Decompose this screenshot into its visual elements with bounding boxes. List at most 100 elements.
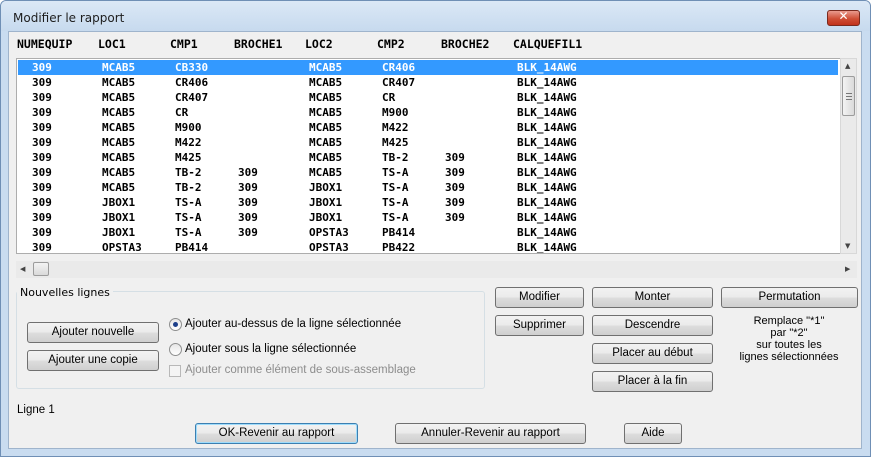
nouvelles-lignes-label: Nouvelles lignes [17, 286, 113, 299]
list-row[interactable]: 309 MCAB5 TB-2 309 JBOX1 TS-A 309 BLK_14AWG [18, 180, 838, 195]
list-row[interactable]: 309 JBOX1 TS-A 309 OPSTA3 PB414 BLK_14AWG [18, 225, 838, 240]
horizontal-scrollbar[interactable]: ◀ ▶ [16, 261, 857, 278]
cell-cmp2: TB-2 [382, 151, 409, 164]
column-header-broche1: BROCHE1 [234, 37, 283, 51]
add-new-button[interactable]: Ajouter nouvelle [27, 322, 159, 343]
list-row[interactable]: 309 MCAB5 TB-2 309 MCAB5 TS-A 309 BLK_14AWG [18, 165, 838, 180]
column-header-cmp1: CMP1 [170, 37, 198, 51]
permutation-note-line: par "*2" [770, 327, 808, 339]
cell-cmp2: M900 [382, 106, 409, 119]
title-bar[interactable]: Modifier le rapport ✕ [1, 1, 870, 31]
cell-cmp1: TS-A [175, 226, 202, 239]
window-title: Modifier le rapport [13, 11, 125, 25]
cell-cmp1: CR407 [175, 91, 209, 104]
column-header-broche2: BROCHE2 [441, 37, 490, 51]
list-row[interactable]: 309 MCAB5 M900 MCAB5 M422 BLK_14AWG [18, 120, 838, 135]
radio-add-below[interactable] [169, 343, 182, 356]
add-copy-button[interactable]: Ajouter une copie [27, 350, 159, 371]
list-row[interactable]: 309 MCAB5 M425 MCAB5 TB-2 309 BLK_14AWG [18, 150, 838, 165]
list-row[interactable]: 309 OPSTA3 PB414 OPSTA3 PB422 BLK_14AWG [18, 240, 838, 254]
vertical-scrollbar[interactable]: ▲ ▼ [840, 58, 857, 254]
cell-loc1: MCAB5 [102, 91, 136, 104]
permutation-button[interactable]: Permutation [721, 287, 858, 308]
placer-au-debut-button[interactable]: Placer au début [592, 343, 713, 364]
supprimer-button[interactable]: Supprimer [495, 315, 584, 336]
cell-cmp1: TS-A [175, 196, 202, 209]
cell-cmp1: PB414 [175, 241, 209, 254]
help-button[interactable]: Aide [624, 423, 682, 444]
cell-loc1: MCAB5 [102, 181, 136, 194]
radio-add-below-label[interactable]: Ajouter sous la ligne sélectionnée [185, 343, 356, 355]
cell-calquefil1: BLK_14AWG [517, 61, 577, 74]
horizontal-scroll-thumb[interactable] [33, 262, 49, 276]
cell-numequip: 309 [32, 241, 52, 254]
cancel-button[interactable]: Annuler-Revenir au rapport [395, 423, 586, 444]
list-row[interactable]: 309 MCAB5 CR406 MCAB5 CR407 BLK_14AWG [18, 75, 838, 90]
cell-loc2: MCAB5 [309, 166, 343, 179]
cell-numequip: 309 [32, 196, 52, 209]
radio-add-above-label[interactable]: Ajouter au-dessus de la ligne sélectionn… [185, 318, 401, 330]
cell-loc1: MCAB5 [102, 136, 136, 149]
scroll-right-icon[interactable]: ▶ [845, 265, 850, 273]
dialog-body: NUMEQUIP LOC1 CMP1 BROCHE1 LOC2 CMP2 BRO… [8, 31, 862, 449]
list-row[interactable]: 309 MCAB5 CB330 MCAB5 CR406 BLK_14AWG [18, 60, 838, 75]
cell-cmp2: PB414 [382, 226, 416, 239]
cell-calquefil1: BLK_14AWG [517, 196, 577, 209]
scroll-up-icon[interactable]: ▲ [845, 62, 850, 70]
list-row[interactable]: 309 JBOX1 TS-A 309 JBOX1 TS-A 309 BLK_14AWG [18, 195, 838, 210]
modifier-button[interactable]: Modifier [495, 287, 584, 308]
cell-loc1: MCAB5 [102, 166, 136, 179]
list-row[interactable]: 309 MCAB5 CR407 MCAB5 CR BLK_14AWG [18, 90, 838, 105]
cell-broche2: 309 [445, 166, 465, 179]
rows-listbox[interactable]: 309 MCAB5 CB330 MCAB5 CR406 BLK_14AWG 309 MCAB5… [16, 58, 841, 254]
cell-broche2: 309 [445, 181, 465, 194]
cell-loc1: OPSTA3 [102, 241, 142, 254]
cell-cmp2: CR [382, 91, 396, 104]
radio-selected-dot [173, 322, 178, 327]
ok-button[interactable]: OK-Revenir au rapport [195, 423, 358, 444]
cell-cmp2: TS-A [382, 166, 409, 179]
cell-loc2: OPSTA3 [309, 241, 349, 254]
cell-numequip: 309 [32, 211, 52, 224]
cell-calquefil1: BLK_14AWG [517, 166, 577, 179]
cell-numequip: 309 [32, 151, 52, 164]
scroll-left-icon[interactable]: ◀ [20, 265, 25, 273]
cell-broche1: 309 [238, 196, 258, 209]
list-row[interactable]: 309 MCAB5 M422 MCAB5 M425 BLK_14AWG [18, 135, 838, 150]
cell-calquefil1: BLK_14AWG [517, 106, 577, 119]
column-header-loc2: LOC2 [305, 37, 333, 51]
vertical-scroll-thumb[interactable] [842, 76, 855, 116]
list-row[interactable]: 309 MCAB5 CR MCAB5 M900 BLK_14AWG [18, 105, 838, 120]
cell-loc1: MCAB5 [102, 106, 136, 119]
cell-broche2: 309 [445, 151, 465, 164]
cell-loc1: JBOX1 [102, 226, 136, 239]
cell-loc2: JBOX1 [309, 196, 343, 209]
cell-loc2: MCAB5 [309, 76, 343, 89]
cell-cmp1: CB330 [175, 61, 209, 74]
cell-cmp2: TS-A [382, 181, 409, 194]
cell-cmp2: M422 [382, 121, 409, 134]
scroll-down-icon[interactable]: ▼ [845, 242, 850, 250]
cell-cmp2: TS-A [382, 196, 409, 209]
placer-a-la-fin-button[interactable]: Placer à la fin [592, 371, 713, 392]
cell-loc2: MCAB5 [309, 106, 343, 119]
radio-add-above[interactable] [169, 318, 182, 331]
cell-cmp2: CR406 [382, 61, 416, 74]
cell-loc1: MCAB5 [102, 121, 136, 134]
cell-numequip: 309 [32, 166, 52, 179]
dialog-window: Modifier le rapport ✕ NUMEQUIP LOC1 CMP1… [0, 0, 871, 457]
column-header-loc1: LOC1 [98, 37, 126, 51]
close-button[interactable]: ✕ [827, 9, 860, 26]
monter-button[interactable]: Monter [592, 287, 713, 308]
column-header-calquefil1: CALQUEFIL1 [513, 37, 583, 51]
descendre-button[interactable]: Descendre [592, 315, 713, 336]
cell-loc2: MCAB5 [309, 136, 343, 149]
cell-numequip: 309 [32, 181, 52, 194]
cell-cmp2: PB422 [382, 241, 416, 254]
permutation-note: Remplace "*1" par "*2" sur toutes les li… [721, 315, 857, 363]
cell-numequip: 309 [32, 106, 52, 119]
column-header-cmp2: CMP2 [377, 37, 405, 51]
cell-numequip: 309 [32, 61, 52, 74]
list-row[interactable]: 309 JBOX1 TS-A 309 JBOX1 TS-A 309 BLK_14AWG [18, 210, 838, 225]
status-line: Ligne 1 [17, 404, 55, 416]
